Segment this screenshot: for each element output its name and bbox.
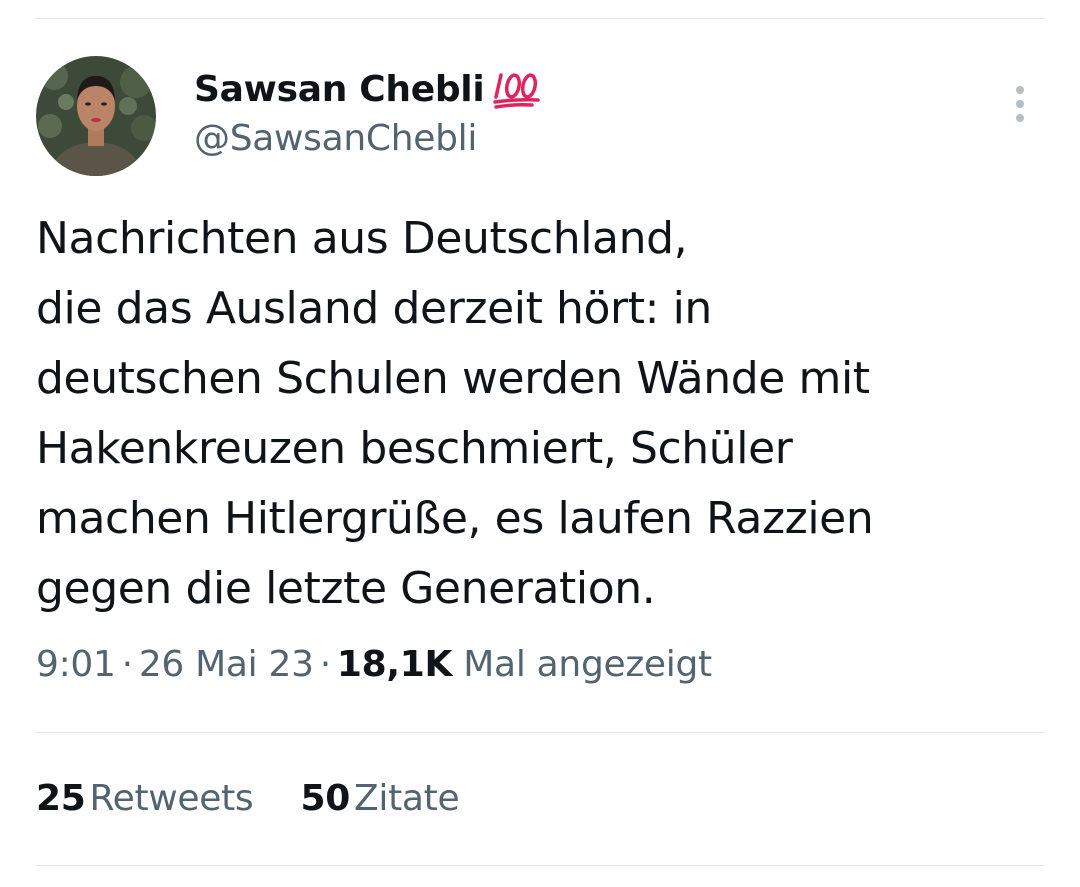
quotes-stat[interactable]: 50 Zitate (301, 778, 460, 819)
meta-separator: · (121, 644, 133, 685)
author-handle[interactable]: @SawsanChebli (194, 118, 542, 159)
author-names: Sawsan Chebli @SawsanChebli (194, 66, 542, 159)
tweet-text-line: machen Hitlergrüße, es laufen Razzien (36, 493, 874, 544)
retweets-count: 25 (36, 778, 86, 819)
tweet-date[interactable]: 26 Mai 23 (139, 644, 314, 685)
tweet-meta: 9:01 · 26 Mai 23 · 18,1K Mal angezeigt (36, 644, 712, 685)
tweet-text-line: gegen die letzte Generation. (36, 563, 656, 614)
views-count: 18,1K (336, 644, 453, 685)
quotes-label: Zitate (354, 778, 460, 819)
tweet-header: Sawsan Chebli @SawsanChebli (36, 56, 1044, 176)
quotes-count: 50 (300, 778, 351, 819)
tweet-time[interactable]: 9:01 (36, 644, 116, 685)
avatar[interactable] (36, 56, 156, 176)
more-options-icon[interactable] (1012, 86, 1028, 126)
avatar-image (36, 56, 156, 176)
author-display-name[interactable]: Sawsan Chebli (194, 69, 485, 110)
retweets-stat[interactable]: 25 Retweets (36, 778, 254, 819)
top-divider (36, 18, 1044, 19)
stats-top-divider (36, 732, 1044, 733)
retweets-label: Retweets (89, 778, 254, 819)
display-name-row: Sawsan Chebli (194, 66, 542, 112)
tweet-stats: 25 Retweets 50 Zitate (36, 778, 495, 819)
tweet-text-line: die das Ausland derzeit hört: in (36, 283, 712, 334)
tweet-text-line: deutschen Schulen werden Wände mit (36, 353, 870, 404)
tweet-text-line: Hakenkreuzen beschmiert, Schüler (36, 423, 793, 474)
stats-bottom-divider (36, 865, 1044, 866)
tweet-text: Nachrichten aus Deutschland, die das Aus… (36, 204, 1046, 624)
views-label: Mal angezeigt (463, 644, 712, 685)
hundred-points-icon (492, 69, 542, 109)
tweet-text-line: Nachrichten aus Deutschland, (36, 213, 688, 264)
meta-separator: · (319, 644, 331, 685)
